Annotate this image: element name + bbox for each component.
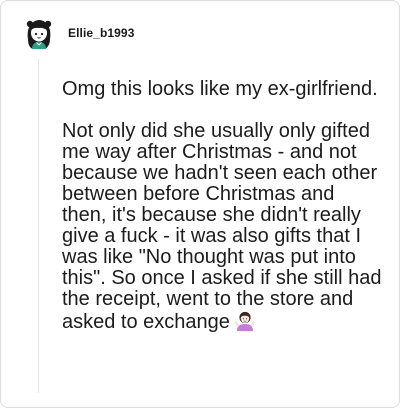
username[interactable]: Ellie_b1993 xyxy=(68,26,134,40)
comment-card: Ellie_b1993 Omg this looks like my ex-gi… xyxy=(0,0,400,408)
comment-header: Ellie_b1993 xyxy=(21,14,134,52)
user-avatar[interactable] xyxy=(21,15,57,51)
comment-paragraph-2-text: Not only did she usually only gifted me … xyxy=(62,120,382,333)
comment-body: Omg this looks like my ex-girlfriend. No… xyxy=(62,79,384,337)
person-shrugging-emoji-icon xyxy=(234,310,256,337)
thread-line[interactable] xyxy=(38,59,39,393)
girl-avatar-icon xyxy=(21,15,57,51)
comment-paragraph-2: Not only did she usually only gifted me … xyxy=(62,121,384,337)
comment-paragraph-1: Omg this looks like my ex-girlfriend. xyxy=(62,78,378,100)
